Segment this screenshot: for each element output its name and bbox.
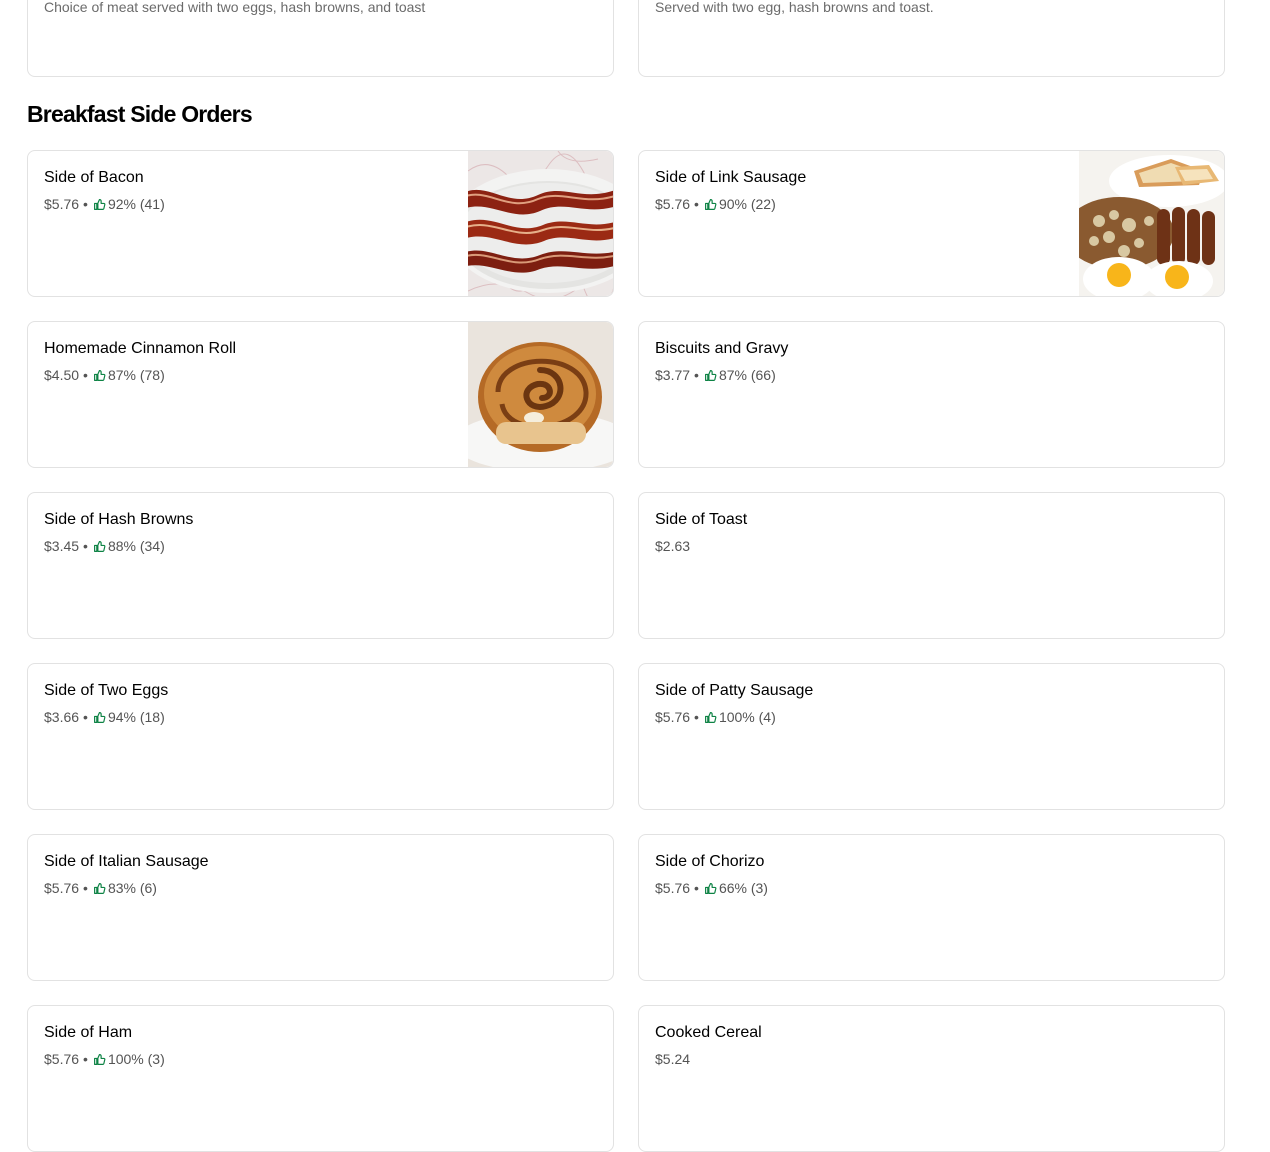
separator-dot: •	[83, 538, 88, 554]
item-price: $5.76	[44, 880, 80, 896]
item-meta: $5.76 • 90% (22)	[655, 196, 776, 212]
item-name: Side of Two Eggs	[44, 682, 169, 699]
separator-dot: •	[694, 196, 699, 212]
item-name: Side of Hash Browns	[44, 511, 194, 528]
menu-item-card[interactable]: Served with two egg, hash browns and toa…	[638, 0, 1225, 77]
thumbs-up-icon	[93, 1053, 106, 1066]
item-price: $5.76	[44, 196, 80, 212]
item-rating: 100% (3)	[107, 1051, 165, 1067]
cinnamon-roll-photo	[468, 322, 613, 467]
menu-item-card[interactable]: Side of Link Sausage $5.76 • 90% (22)	[638, 150, 1225, 297]
menu-item-card[interactable]: Side of Patty Sausage $5.76 • 100% (4)	[638, 663, 1225, 810]
menu-item-card[interactable]: Side of Chorizo $5.76 • 66% (3)	[638, 834, 1225, 981]
item-rating: 66% (3)	[718, 880, 768, 896]
menu-item-card[interactable]: Cooked Cereal $5.24	[638, 1005, 1225, 1152]
menu-item-card[interactable]: Biscuits and Gravy $3.77 • 87% (66)	[638, 321, 1225, 468]
menu-item-card[interactable]: Homemade Cinnamon Roll $4.50 • 87% (78)	[27, 321, 614, 468]
separator-dot: •	[694, 880, 699, 896]
item-price: $5.24	[655, 1051, 691, 1067]
thumbs-up-icon	[93, 198, 106, 211]
separator-dot: •	[83, 196, 88, 212]
item-name: Side of Ham	[44, 1024, 133, 1041]
separator-dot: •	[694, 709, 699, 725]
separator-dot: •	[83, 709, 88, 725]
item-rating: 88% (34)	[107, 538, 165, 554]
thumbs-up-icon	[93, 540, 106, 553]
item-price: $3.77	[655, 367, 691, 383]
item-price: $5.76	[44, 1051, 80, 1067]
item-price: $3.66	[44, 709, 80, 725]
item-rating: 83% (6)	[107, 880, 157, 896]
item-name: Side of Patty Sausage	[655, 682, 814, 699]
item-description: Choice of meat served with two eggs, has…	[44, 0, 426, 15]
menu-item-card[interactable]: Side of Italian Sausage $5.76 • 83% (6)	[27, 834, 614, 981]
separator-dot: •	[83, 367, 88, 383]
item-name: Side of Bacon	[44, 169, 144, 186]
item-meta: $5.76 • 66% (3)	[655, 880, 768, 896]
item-rating: 87% (66)	[718, 367, 776, 383]
item-meta: $3.77 • 87% (66)	[655, 367, 776, 383]
item-name: Biscuits and Gravy	[655, 340, 789, 357]
item-name: Cooked Cereal	[655, 1024, 762, 1041]
thumbs-up-icon	[93, 711, 106, 724]
item-price: $3.45	[44, 538, 80, 554]
item-rating: 100% (4)	[718, 709, 776, 725]
item-meta: $3.66 • 94% (18)	[44, 709, 165, 725]
thumbs-up-icon	[704, 198, 717, 211]
item-price: $5.76	[655, 880, 691, 896]
item-price: $5.76	[655, 709, 691, 725]
item-meta: $5.76 • 83% (6)	[44, 880, 157, 896]
item-name: Side of Chorizo	[655, 853, 765, 870]
bacon-photo	[468, 151, 613, 296]
thumbs-up-icon	[93, 369, 106, 382]
menu-item-card[interactable]: Side of Bacon $5.76 • 92% (41)	[27, 150, 614, 297]
separator-dot: •	[83, 1051, 88, 1067]
thumbs-up-icon	[93, 882, 106, 895]
item-name: Side of Italian Sausage	[44, 853, 209, 870]
separator-dot: •	[694, 367, 699, 383]
menu-item-card[interactable]: Side of Ham $5.76 • 100% (3)	[27, 1005, 614, 1152]
link-sausage-photo	[1079, 151, 1224, 296]
item-meta: $5.76 • 100% (3)	[44, 1051, 165, 1067]
item-name: Side of Link Sausage	[655, 169, 807, 186]
item-meta: $5.24	[655, 1051, 690, 1067]
item-price: $2.63	[655, 538, 691, 554]
section-title: Breakfast Side Orders	[27, 101, 253, 127]
item-price: $5.76	[655, 196, 691, 212]
item-rating: 92% (41)	[107, 196, 165, 212]
item-price: $4.50	[44, 367, 80, 383]
thumbs-up-icon	[704, 882, 717, 895]
separator-dot: •	[83, 880, 88, 896]
menu-item-card[interactable]: Choice of meat served with two eggs, has…	[27, 0, 614, 77]
item-meta: $3.45 • 88% (34)	[44, 538, 165, 554]
thumbs-up-icon	[704, 369, 717, 382]
item-name: Homemade Cinnamon Roll	[44, 340, 237, 357]
thumbs-up-icon	[704, 711, 717, 724]
menu-item-card[interactable]: Side of Hash Browns $3.45 • 88% (34)	[27, 492, 614, 639]
item-meta: $5.76 • 92% (41)	[44, 196, 165, 212]
item-meta: $4.50 • 87% (78)	[44, 367, 165, 383]
item-meta: $2.63	[655, 538, 690, 554]
item-meta: $5.76 • 100% (4)	[655, 709, 776, 725]
item-rating: 90% (22)	[718, 196, 776, 212]
item-rating: 94% (18)	[107, 709, 165, 725]
item-name: Side of Toast	[655, 511, 748, 528]
item-description: Served with two egg, hash browns and toa…	[655, 0, 934, 15]
menu-item-card[interactable]: Side of Toast $2.63	[638, 492, 1225, 639]
menu-item-card[interactable]: Side of Two Eggs $3.66 • 94% (18)	[27, 663, 614, 810]
item-rating: 87% (78)	[107, 367, 165, 383]
